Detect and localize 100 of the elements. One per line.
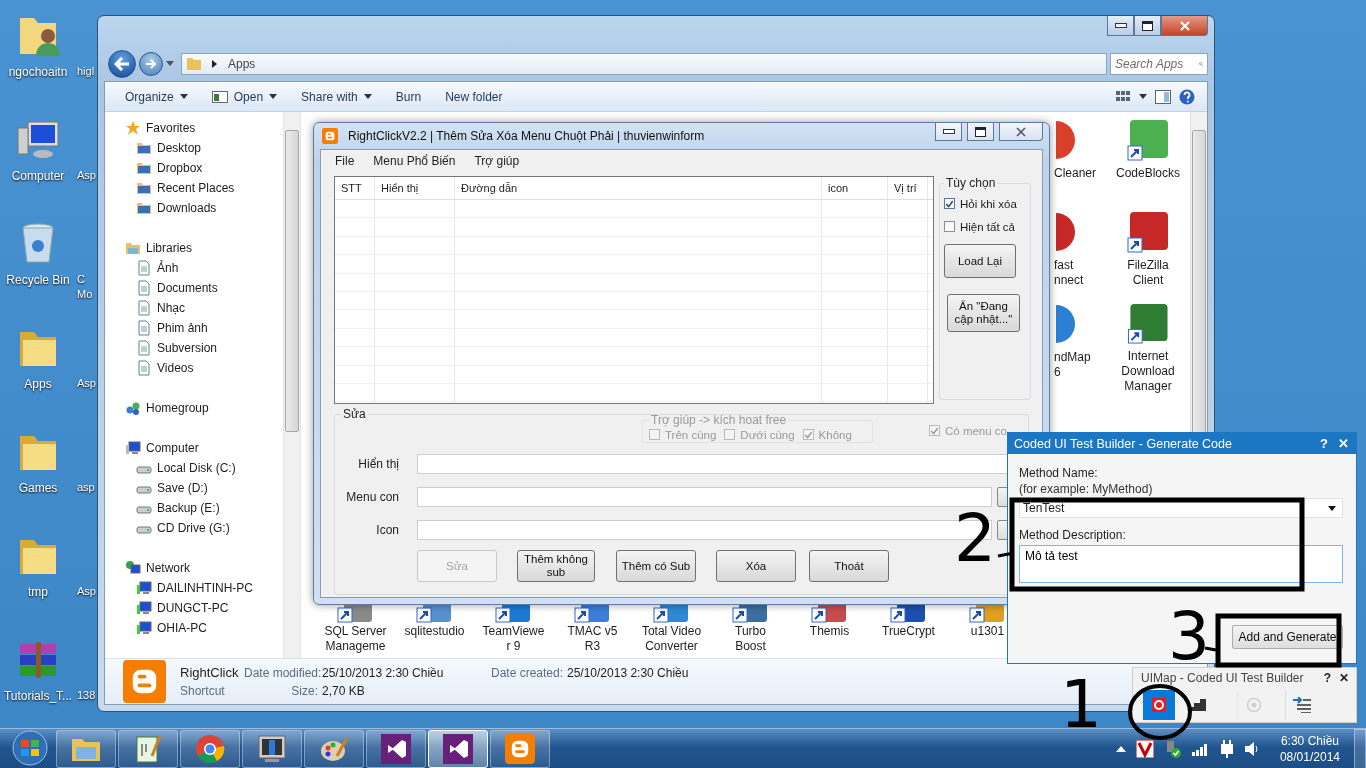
maximize-button[interactable]	[967, 123, 994, 141]
nav-item[interactable]: CD Drive (G:)	[157, 521, 230, 535]
show-hidden-icons-icon[interactable]	[1115, 746, 1126, 752]
file-label[interactable]: FileZilla	[1127, 258, 1169, 273]
taskbar-button[interactable]	[428, 730, 488, 768]
shortcut-name[interactable]: tmp	[28, 585, 48, 600]
view-icon[interactable]	[1115, 89, 1131, 104]
file-label[interactable]: fast	[1054, 258, 1074, 273]
shortcut-name[interactable]: Asp	[77, 584, 96, 599]
signal-icon[interactable]	[1191, 742, 1210, 756]
computer-icon[interactable]	[136, 580, 152, 596]
folder-icon[interactable]	[136, 180, 152, 196]
file-label[interactable]: Manager	[1124, 379, 1172, 394]
nav-item[interactable]: Backup (E:)	[157, 501, 220, 515]
nav-item[interactable]: Documents	[157, 281, 218, 295]
folder-icon[interactable]	[136, 200, 152, 216]
hide-button[interactable]: Ẩn "Đang cập nhật..."	[947, 294, 1020, 332]
file-label[interactable]: TMAC v5	[567, 624, 618, 639]
nav-item[interactable]: Recent Places	[157, 181, 235, 195]
nav-item[interactable]: OHIA-PC	[157, 621, 207, 635]
star-icon[interactable]	[125, 120, 141, 136]
clock-date[interactable]: 08/01/2014	[1279, 749, 1340, 765]
nav-group-item[interactable]: Computer	[146, 441, 199, 455]
help-button[interactable]: ?	[1322, 671, 1332, 685]
shortcut-name[interactable]: 138	[77, 688, 96, 703]
file-label[interactable]: Internet	[1127, 349, 1169, 364]
file-label[interactable]: r 9	[506, 639, 521, 654]
search-field[interactable]: Search Apps	[1110, 53, 1208, 75]
nav-group-item[interactable]: Homegroup	[146, 401, 209, 415]
text-field[interactable]	[417, 486, 992, 507]
scrollbar[interactable]	[283, 112, 300, 658]
action-button[interactable]: Thêm không sub	[517, 550, 595, 582]
nav-item[interactable]: Ảnh	[157, 261, 179, 275]
document-icon[interactable]	[136, 280, 152, 296]
reload-button[interactable]: Load Lại	[944, 244, 1016, 278]
address-bar[interactable]: Apps	[181, 53, 1107, 75]
app-shortcut-icon[interactable]	[1126, 302, 1170, 345]
column-header[interactable]: icon	[822, 177, 888, 199]
file-label[interactable]: TrueCrypt	[882, 624, 935, 639]
nav-group-item[interactable]: Network	[146, 561, 190, 575]
nav-item[interactable]: Nhạc	[157, 301, 185, 315]
menu-item[interactable]: Trợ giúp	[474, 154, 520, 168]
action-button[interactable]: Thoát	[809, 550, 889, 582]
nav-item[interactable]: Subversion	[157, 341, 218, 355]
minimize-button[interactable]	[1107, 16, 1134, 36]
preview-pane-icon[interactable]	[1155, 89, 1171, 104]
close-button[interactable]: ✕	[1337, 436, 1350, 451]
file-label[interactable]: Total Video	[641, 624, 702, 639]
app-icon[interactable]	[1056, 210, 1078, 254]
description-field[interactable]: Mô tả test	[1019, 545, 1343, 583]
document-icon[interactable]	[136, 320, 152, 336]
taskbar-button[interactable]	[118, 730, 178, 768]
file-label[interactable]: sqlitestudio	[404, 624, 465, 639]
app-icon[interactable]	[1056, 118, 1078, 162]
file-label[interactable]: Turbo	[735, 624, 766, 639]
file-label[interactable]: R3	[584, 639, 601, 654]
computer-icon[interactable]	[136, 600, 152, 616]
toolbar-button[interactable]: Share with	[293, 84, 380, 109]
nav-item[interactable]: Dropbox	[157, 161, 203, 175]
shortcut-name[interactable]: asp	[77, 480, 95, 495]
folder-icon[interactable]	[136, 160, 152, 176]
action-button[interactable]: Thêm có Sub	[616, 550, 696, 582]
shortcut-name[interactable]: Tutorials_T...	[3, 689, 73, 704]
antivirus-icon[interactable]	[1135, 740, 1154, 758]
power-plug-icon[interactable]	[1219, 740, 1234, 758]
nav-item[interactable]: DUNGCT-PC	[157, 601, 229, 615]
file-label[interactable]: ndMap	[1054, 350, 1091, 365]
taskbar-button[interactable]	[490, 730, 550, 768]
file-label[interactable]: TeamViewe	[482, 624, 545, 639]
checkbox-label[interactable]: Hiện tất cả	[960, 220, 1015, 233]
file-label[interactable]: Converter	[645, 639, 698, 654]
file-label[interactable]: Client	[1132, 273, 1164, 288]
column-header[interactable]: Hiển thị	[375, 177, 455, 199]
nav-item[interactable]: Save (D:)	[157, 481, 208, 495]
network-icon[interactable]	[125, 560, 141, 576]
shortcut-name[interactable]: Games	[18, 481, 58, 496]
document-icon[interactable]	[136, 300, 152, 316]
nav-item[interactable]: Phim ảnh	[157, 321, 208, 335]
column-header[interactable]: Đường dẫn	[455, 177, 822, 199]
add-and-generate-button[interactable]: Add and Generate	[1232, 625, 1343, 649]
file-label[interactable]: nnect	[1054, 273, 1084, 288]
file-label[interactable]: Boost	[735, 639, 766, 654]
action-button[interactable]: Xóa	[716, 550, 796, 582]
speaker-icon[interactable]	[1243, 741, 1260, 757]
nav-item[interactable]: Local Disk (C:)	[157, 461, 236, 475]
file-label[interactable]: SQL Server	[324, 624, 387, 639]
nav-item[interactable]: DAILINHTINH-PC	[157, 581, 253, 595]
app-shortcut-icon[interactable]	[1126, 210, 1170, 254]
file-label[interactable]: Themis	[809, 624, 850, 639]
checkbox[interactable]	[944, 198, 955, 209]
document-icon[interactable]	[136, 260, 152, 276]
shortcut-name[interactable]: Apps	[24, 377, 52, 392]
column-header[interactable]: Vị trí	[888, 177, 928, 199]
folder-icon[interactable]	[136, 140, 152, 156]
column-header[interactable]: STT	[335, 177, 375, 199]
file-label[interactable]: CodeBlocks	[1116, 166, 1180, 181]
record-button[interactable]	[1143, 690, 1175, 720]
nav-group-item[interactable]: Favorites	[146, 121, 196, 135]
app-icon[interactable]	[1056, 302, 1078, 346]
close-button[interactable]	[1161, 16, 1208, 36]
